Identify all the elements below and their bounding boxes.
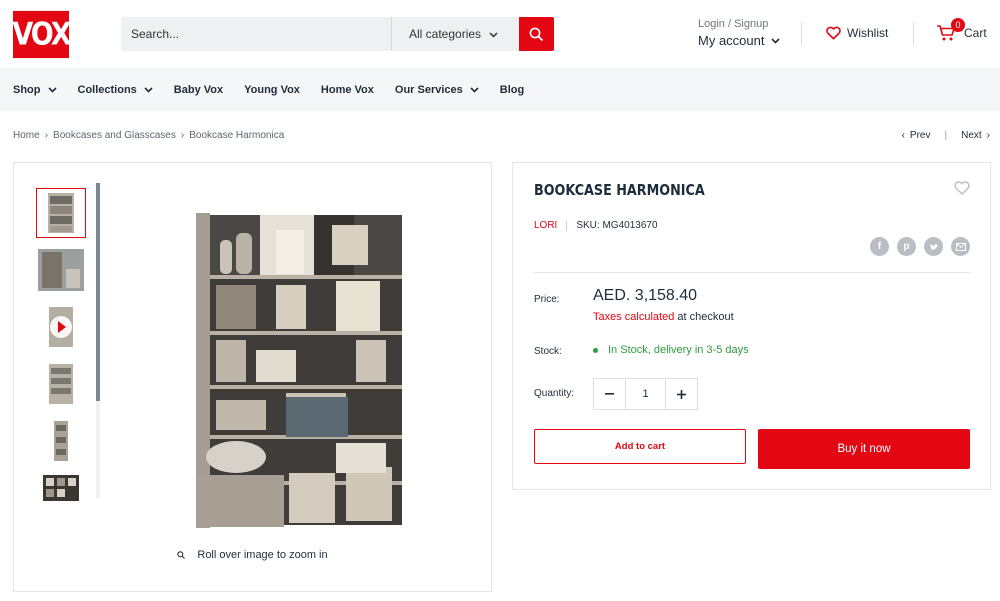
thumbnail[interactable] (36, 359, 86, 409)
wishlist-label: Wishlist (847, 26, 889, 40)
increase-quantity-button[interactable] (666, 379, 697, 409)
product-title: BOOKCASE HARMONICA (534, 181, 705, 199)
tax-note: Taxes calculated at checkout (593, 311, 734, 323)
chevron-down-icon (489, 27, 498, 41)
thumbnail-list (36, 188, 86, 510)
search-button[interactable] (519, 17, 554, 51)
nav-item-our-services[interactable]: Our Services (395, 84, 479, 96)
thumbnail[interactable] (36, 245, 86, 295)
pager-divider: | (944, 130, 948, 141)
minus-icon (605, 393, 614, 395)
search-bar: All categories (121, 17, 554, 51)
prev-link[interactable]: Prev (910, 130, 931, 141)
buy-now-button[interactable]: Buy it now (758, 429, 970, 469)
search-input[interactable] (121, 17, 391, 51)
wishlist-link[interactable]: Wishlist (826, 26, 888, 40)
nav-item-label: Blog (499, 83, 525, 96)
taxes-link[interactable]: Taxes calculated (593, 311, 674, 323)
nav-item-blog[interactable]: Blog (500, 84, 524, 96)
thumbnail[interactable] (36, 188, 86, 238)
nav-item-shop[interactable]: Shop (13, 84, 57, 96)
nav-item-label: Baby Vox (173, 83, 224, 96)
decrease-quantity-button[interactable] (594, 379, 625, 409)
product-meta: LORI SKU: MG4013670 (534, 220, 658, 231)
chevron-down-icon (771, 37, 781, 44)
add-to-wishlist-button[interactable] (954, 181, 970, 200)
header-divider (913, 22, 914, 46)
vendor-link[interactable]: LORI (534, 220, 557, 231)
thumbnail-scrollbar[interactable] (96, 183, 100, 498)
chevron-right-icon: › (180, 130, 185, 141)
price-label: Price: (534, 294, 560, 305)
heart-icon (826, 26, 841, 40)
quantity-stepper (593, 378, 698, 410)
product-pager: ‹ Prev | Next › (902, 130, 990, 141)
nav-item-label: Young Vox (244, 83, 300, 96)
product-main-image[interactable] (196, 185, 406, 530)
quantity-label: Quantity: (534, 388, 575, 399)
chevron-left-icon: ‹ (901, 130, 905, 141)
chevron-down-icon (47, 86, 57, 93)
nav-item-label: Our Services (394, 83, 463, 96)
facebook-icon[interactable]: f (870, 237, 889, 256)
next-link[interactable]: Next (961, 130, 982, 141)
chevron-down-icon (470, 86, 479, 93)
nav-item-home-vox[interactable]: Home Vox (321, 84, 374, 96)
breadcrumb: Home › Bookcases and Glasscases › Bookca… (13, 130, 284, 141)
site-header: VOX All categories Login / Signup My acc… (0, 0, 1000, 68)
tax-note-rest: at checkout (674, 311, 734, 323)
in-stock-dot-icon (593, 347, 598, 353)
breadcrumb-current: Bookcase Harmonica (189, 130, 285, 141)
quantity-input[interactable] (625, 379, 666, 409)
email-icon[interactable] (951, 237, 970, 256)
thumbnail[interactable] (36, 473, 86, 503)
divider (534, 272, 970, 273)
product-price: AED. 3,158.40 (593, 287, 698, 304)
share-buttons: f p (862, 237, 970, 256)
breadcrumb-category[interactable]: Bookcases and Glasscases (53, 130, 176, 141)
cart-count-badge: 0 (951, 18, 965, 32)
chevron-down-icon (144, 86, 153, 93)
pinterest-icon[interactable]: p (897, 237, 916, 256)
cart-label: Cart (964, 26, 987, 40)
nav-item-young-vox[interactable]: Young Vox (244, 84, 300, 96)
heart-outline-icon (954, 181, 970, 195)
plus-icon (677, 389, 686, 399)
my-account-row: My account (698, 33, 781, 48)
vox-logo[interactable]: VOX (12, 10, 72, 59)
zoom-hint-text: Roll over image to zoom in (197, 549, 328, 561)
header-divider (801, 22, 802, 46)
nav-item-collections[interactable]: Collections (78, 84, 153, 96)
my-account-label: My account (698, 33, 765, 48)
stock-status: In Stock, delivery in 3-5 days (593, 344, 749, 356)
breadcrumb-home[interactable]: Home (13, 130, 40, 141)
chevron-right-icon: › (986, 130, 990, 141)
sku-text: SKU: MG4013670 (576, 220, 658, 231)
video-thumbnail[interactable] (36, 302, 86, 352)
zoom-icon (177, 551, 186, 559)
nav-item-label: Shop (13, 83, 41, 96)
stock-label: Stock: (534, 346, 562, 357)
account-menu[interactable]: Login / Signup My account (698, 18, 781, 48)
search-icon (529, 27, 544, 41)
nav-item-label: Collections (77, 83, 137, 96)
chevron-right-icon: › (44, 130, 49, 141)
add-to-cart-button[interactable]: Add to cart (534, 429, 746, 464)
scrollbar-thumb[interactable] (96, 183, 100, 401)
category-select[interactable]: All categories (391, 17, 519, 51)
cart-link[interactable]: 0 Cart (936, 18, 987, 42)
product-info-card: BOOKCASE HARMONICA LORI SKU: MG4013670 f… (512, 162, 991, 490)
nav-item-label: Home Vox (320, 83, 374, 96)
nav-item-baby-vox[interactable]: Baby Vox (174, 84, 223, 96)
main-nav: Shop Collections Baby Vox Young Vox Home… (0, 68, 1000, 111)
thumbnail[interactable] (36, 416, 86, 466)
product-gallery: Roll over image to zoom in (13, 162, 492, 592)
login-signup-link[interactable]: Login / Signup (698, 18, 780, 30)
twitter-icon[interactable] (924, 237, 943, 256)
category-label: All categories (409, 27, 482, 41)
stock-text: In Stock, delivery in 3-5 days (608, 344, 749, 356)
zoom-hint: Roll over image to zoom in (14, 549, 491, 561)
meta-divider (566, 220, 568, 231)
